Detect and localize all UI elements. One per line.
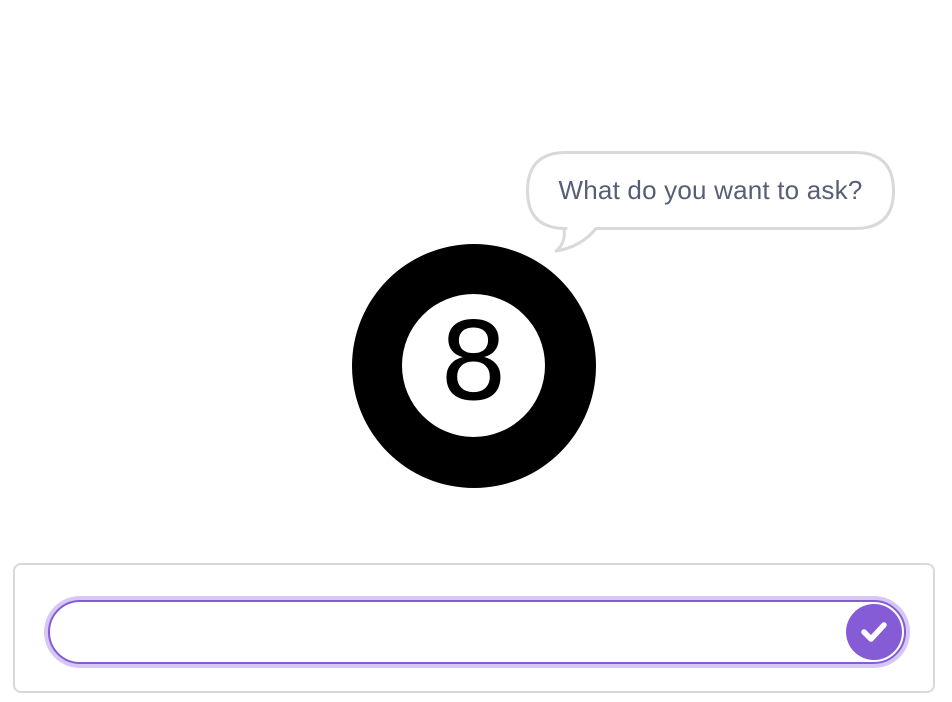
ask-input[interactable] — [48, 600, 906, 664]
checkmark-icon — [861, 622, 887, 642]
eight-ball-center: 8 — [402, 294, 545, 437]
ask-prompt-panel — [13, 563, 935, 693]
eight-ball-number: 8 — [439, 299, 508, 425]
speech-bubble: What do you want to ask? — [526, 151, 895, 253]
stage: What do you want to ask? 8 — [0, 0, 952, 702]
speech-bubble-text: What do you want to ask? — [558, 175, 863, 205]
eight-ball-sprite[interactable]: 8 — [352, 244, 596, 488]
ask-input-focus-ring — [44, 596, 910, 668]
submit-answer-button[interactable] — [846, 604, 902, 660]
